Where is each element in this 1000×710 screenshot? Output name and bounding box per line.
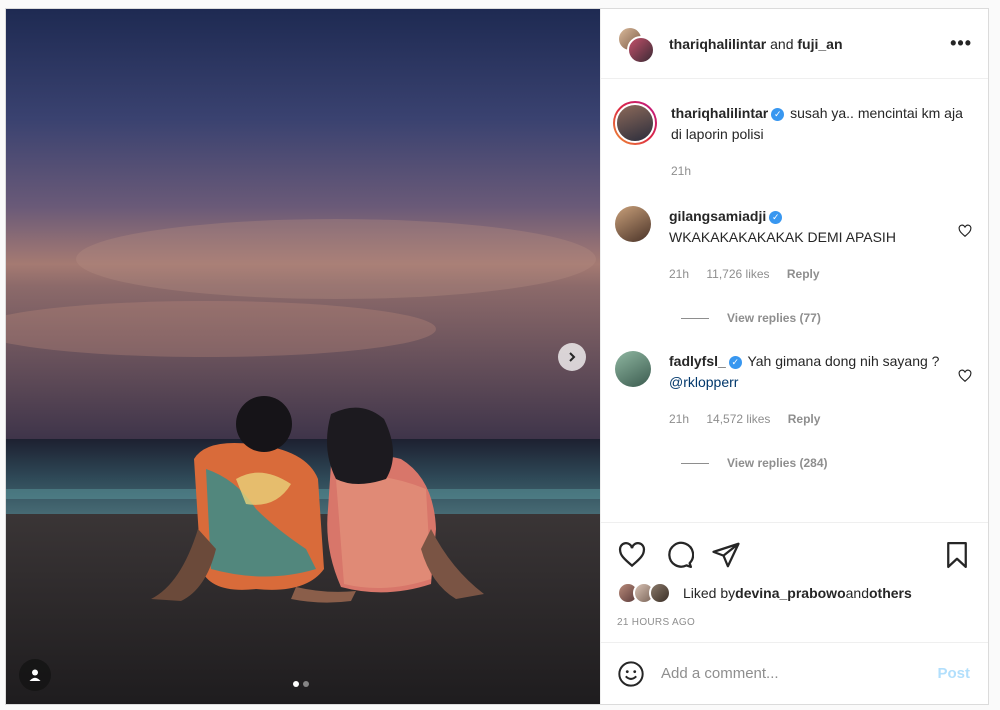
post-header: thariqhalilintar and fuji_an •••	[601, 9, 988, 79]
mention-link[interactable]: @rklopperr	[669, 374, 738, 390]
reply-button[interactable]: Reply	[788, 412, 821, 426]
liked-by-joiner: and	[845, 585, 869, 601]
caption-body: thariqhalilintar ✓ susah ya.. mencintai k…	[671, 101, 972, 182]
comments-list[interactable]: thariqhalilintar ✓ susah ya.. mencintai k…	[601, 79, 988, 522]
caption-time[interactable]: 21h	[671, 164, 691, 178]
divider	[681, 462, 709, 464]
post-comment-button[interactable]: Post	[937, 665, 970, 682]
add-comment-bar: Post	[601, 642, 988, 704]
comment-time[interactable]: 21h	[669, 412, 689, 426]
comment: gilangsamiadji ✓ WKAKAKAKAKAKAK DEMI APAS…	[615, 206, 972, 285]
comment-text: WKAKAKAKAKAKAK DEMI APASIH	[669, 229, 896, 245]
view-replies-button[interactable]: View replies (284)	[681, 456, 972, 470]
comment-meta: 21h 14,572 likes Reply	[669, 409, 972, 430]
like-heart-icon[interactable]	[617, 540, 647, 570]
likes-others-link[interactable]: others	[869, 585, 912, 601]
comment-time[interactable]: 21h	[669, 267, 689, 281]
liked-by-prefix: Liked by	[683, 585, 736, 601]
avatar	[649, 582, 671, 604]
author-username[interactable]: thariqhalilintar	[669, 36, 766, 52]
liker-username[interactable]: devina_prabowo	[735, 585, 845, 601]
story-ring-avatar[interactable]	[613, 101, 657, 145]
heart-icon[interactable]	[958, 224, 972, 238]
comment-text: Yah gimana dong nih sayang ?	[747, 353, 940, 369]
chevron-right-icon	[569, 352, 576, 362]
liked-by: Liked by devina_prabowo and others	[617, 582, 972, 604]
post-dialog: thariqhalilintar and fuji_an ••• thariqh…	[5, 8, 989, 705]
bookmark-icon[interactable]	[942, 540, 972, 570]
carousel-dot-active	[293, 681, 299, 687]
comment-body: gilangsamiadji ✓ WKAKAKAKAKAKAK DEMI APAS…	[669, 206, 972, 285]
carousel-dot	[303, 681, 309, 687]
comment-input[interactable]	[661, 665, 938, 682]
post-authors: thariqhalilintar and fuji_an	[669, 36, 950, 52]
post-photo[interactable]	[6, 9, 600, 704]
verified-badge-icon: ✓	[728, 356, 742, 369]
collab-avatars[interactable]	[615, 24, 655, 64]
avatar[interactable]	[615, 351, 651, 387]
person-icon	[29, 669, 41, 681]
more-options-button[interactable]: •••	[950, 33, 972, 54]
avatar	[627, 35, 655, 64]
comment-likes[interactable]: 14,572 likes	[706, 412, 770, 426]
post-actions: Liked by devina_prabowo and others 21 HO…	[601, 522, 988, 642]
avatar[interactable]	[615, 206, 651, 242]
author-joiner: and	[766, 35, 798, 52]
verified-badge-icon: ✓	[769, 211, 783, 224]
beach-sunset-photo	[6, 9, 600, 704]
tagged-users-button[interactable]	[19, 659, 51, 691]
verified-badge-icon: ✓	[771, 108, 785, 121]
comment-bubble-icon[interactable]	[664, 540, 694, 570]
share-paper-plane-icon[interactable]	[711, 540, 741, 570]
comment: fadlyfsl_ ✓ Yah gimana dong nih sayang ? …	[615, 351, 972, 430]
comment-username[interactable]: gilangsamiadji	[669, 208, 766, 224]
liker-avatars	[617, 582, 677, 604]
caption-meta: 21h	[671, 161, 972, 182]
post-timestamp[interactable]: 21 HOURS AGO	[617, 617, 972, 642]
caption: thariqhalilintar ✓ susah ya.. mencintai k…	[613, 101, 972, 182]
post-sidebar: thariqhalilintar and fuji_an ••• thariqh…	[600, 9, 988, 704]
view-replies-label: View replies (284)	[727, 456, 828, 470]
carousel-indicator	[293, 681, 309, 687]
emoji-icon[interactable]	[617, 660, 645, 688]
coauthor-username[interactable]: fuji_an	[797, 36, 842, 52]
divider	[681, 317, 709, 319]
avatar	[615, 103, 655, 143]
comment-meta: 21h 11,726 likes Reply	[669, 264, 972, 285]
caption-username[interactable]: thariqhalilintar	[671, 105, 768, 121]
action-icons	[617, 535, 972, 575]
comment-likes[interactable]: 11,726 likes	[706, 267, 769, 281]
reply-button[interactable]: Reply	[787, 267, 820, 281]
next-slide-button[interactable]	[558, 343, 586, 371]
heart-icon[interactable]	[958, 369, 972, 383]
view-replies-button[interactable]: View replies (77)	[681, 311, 972, 325]
comment-body: fadlyfsl_ ✓ Yah gimana dong nih sayang ? …	[669, 351, 972, 430]
view-replies-label: View replies (77)	[727, 311, 821, 325]
comment-username[interactable]: fadlyfsl_	[669, 353, 726, 369]
